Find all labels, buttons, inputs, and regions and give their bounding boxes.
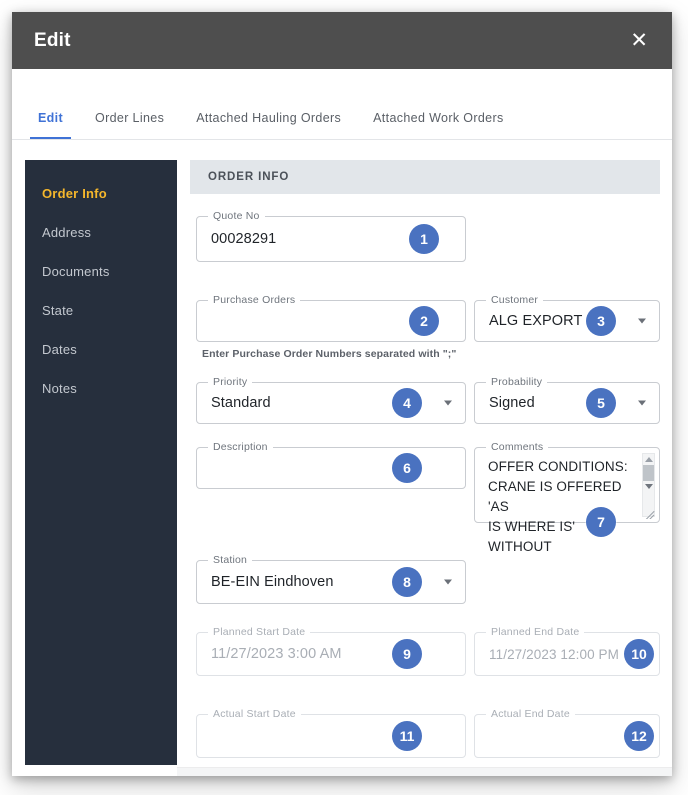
actual-end-date-label: Actual End Date [486,708,575,720]
badge-10: 10 [624,639,654,669]
actual-start-date-label: Actual Start Date [208,708,301,720]
description-label: Description [208,441,273,453]
purchase-orders-label: Purchase Orders [208,294,301,306]
priority-field[interactable]: Priority Standard [196,376,466,424]
badge-1: 1 [409,224,439,254]
actual-start-date-row: Actual Start Date 11 [196,708,466,758]
badge-2: 2 [409,306,439,336]
badge-11: 11 [392,721,422,751]
chevron-down-icon[interactable] [638,400,646,406]
description-value [197,448,465,488]
planned-start-date-label: Planned Start Date [208,626,311,638]
tab-attached-work-orders[interactable]: Attached Work Orders [357,111,519,139]
badge-8: 8 [392,567,422,597]
station-field[interactable]: Station BE-EIN Eindhoven [196,554,466,604]
scroll-up-icon[interactable] [644,457,653,462]
badge-7: 7 [586,507,616,537]
horizontal-scrollbar[interactable] [177,767,672,776]
quote-no-label: Quote No [208,210,265,222]
planned-end-date-label: Planned End Date [486,626,585,638]
dialog-body: Order Info Address Documents State Dates… [12,139,672,776]
priority-row: Priority Standard 4 [196,376,466,424]
purchase-orders-hint: Enter Purchase Order Numbers separated w… [202,348,457,360]
sidebar-item-order-info[interactable]: Order Info [25,174,177,213]
resize-handle-icon[interactable] [644,507,656,519]
comments-field[interactable]: Comments OFFER CONDITIONS: CRANE IS OFFE… [474,441,660,554]
priority-label: Priority [208,376,253,388]
edit-dialog: Edit ✕ Edit Order Lines Attached Hauling… [12,12,672,776]
comments-label: Comments [486,441,549,453]
badge-3: 3 [586,306,616,336]
description-field[interactable]: Description [196,441,466,489]
close-icon[interactable]: ✕ [626,28,652,53]
purchase-orders-row: Purchase Orders Enter Purchase Order Num… [196,294,466,360]
station-value: BE-EIN Eindhoven [211,574,334,590]
badge-6: 6 [392,453,422,483]
customer-value: ALG EXPORT [489,313,583,329]
order-info-panel: ORDER INFO Quote No 00028291 1 Purchase … [190,160,660,776]
tab-attached-hauling-orders[interactable]: Attached Hauling Orders [180,111,357,139]
planned-end-date-row: Planned End Date 11/27/2023 12:00 PM 10 [474,626,660,676]
probability-value: Signed [489,395,535,411]
badge-4: 4 [392,388,422,418]
planned-start-date-field[interactable]: Planned Start Date 11/27/2023 3:00 AM [196,626,466,676]
sidebar-item-documents[interactable]: Documents [25,252,177,291]
section-title: ORDER INFO [190,160,660,194]
comments-row: Comments OFFER CONDITIONS: CRANE IS OFFE… [474,441,660,554]
tab-order-lines[interactable]: Order Lines [79,111,180,139]
badge-5: 5 [586,388,616,418]
probability-label: Probability [486,376,548,388]
description-row: Description 6 [196,441,466,489]
comments-value: OFFER CONDITIONS: CRANE IS OFFERED 'AS I… [488,459,628,554]
scroll-down-icon[interactable] [644,484,653,489]
sidebar-item-state[interactable]: State [25,291,177,330]
customer-row: Customer ALG EXPORT 3 [474,294,660,342]
chevron-down-icon[interactable] [444,579,452,585]
priority-value: Standard [211,395,271,411]
sidebar-item-dates[interactable]: Dates [25,330,177,369]
tab-bar: Edit Order Lines Attached Hauling Orders… [12,69,672,139]
scrollbar-thumb[interactable] [643,465,654,481]
badge-9: 9 [392,639,422,669]
actual-end-date-row: Actual End Date 12 [474,708,660,758]
planned-start-date-value: 11/27/2023 3:00 AM [211,646,342,662]
dialog-titlebar: Edit ✕ [12,12,672,69]
probability-row: Probability Signed 5 [474,376,660,424]
actual-start-date-value [197,715,465,757]
customer-label: Customer [486,294,544,306]
planned-start-date-row: Planned Start Date 11/27/2023 3:00 AM 9 [196,626,466,676]
station-label: Station [208,554,253,566]
station-row: Station BE-EIN Eindhoven 8 [196,554,466,604]
sidebar-item-address[interactable]: Address [25,213,177,252]
side-navigation: Order Info Address Documents State Dates… [25,160,177,765]
dialog-title: Edit [34,29,71,51]
tab-edit[interactable]: Edit [22,111,79,139]
badge-12: 12 [624,721,654,751]
chevron-down-icon[interactable] [444,400,452,406]
probability-field[interactable]: Probability Signed [474,376,660,424]
chevron-down-icon[interactable] [638,318,646,324]
quote-no-row: Quote No 00028291 1 [196,210,466,262]
customer-field[interactable]: Customer ALG EXPORT [474,294,660,342]
actual-start-date-field[interactable]: Actual Start Date [196,708,466,758]
sidebar-item-notes[interactable]: Notes [25,369,177,408]
